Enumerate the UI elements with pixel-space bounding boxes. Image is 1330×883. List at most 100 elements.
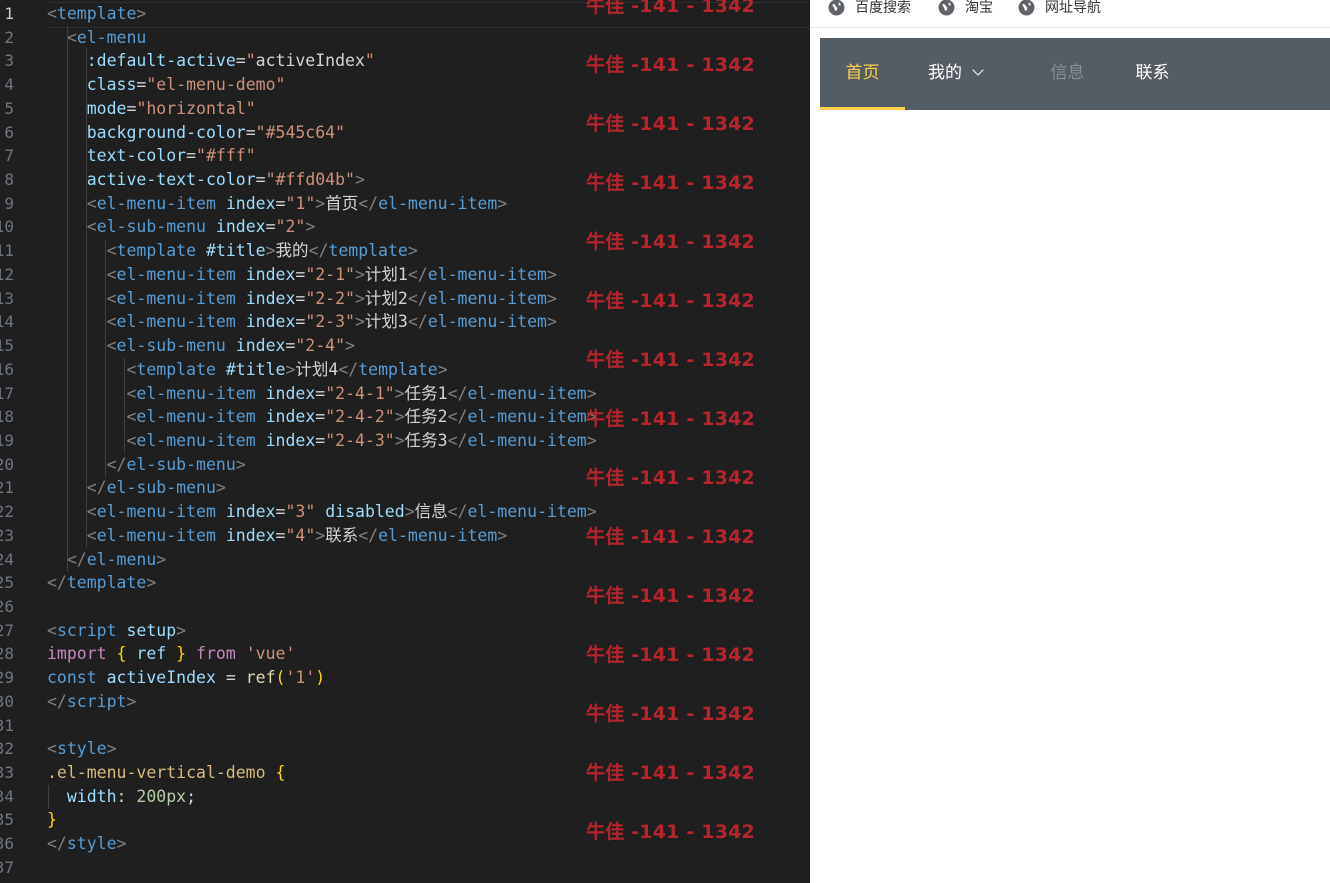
code-text: width: 200px; [47, 785, 196, 809]
line-number: 28 [0, 644, 14, 664]
code-token: </ [338, 359, 359, 379]
code-token: from [196, 644, 236, 664]
code-token: </ [407, 312, 428, 332]
menu-item-home[interactable]: 首页 [820, 38, 905, 110]
code-token: </ [86, 478, 107, 498]
code-token: > [126, 691, 137, 711]
code-token: index [245, 288, 296, 308]
watermark-text: 牛佳 -141 - 1342 [586, 762, 755, 784]
bookmark-label: 网址导航 [1045, 0, 1101, 16]
code-token: 任务2 [404, 407, 448, 427]
code-token: < [106, 288, 117, 308]
line-number: 23 [0, 525, 14, 545]
code-token: template [116, 241, 197, 261]
code-token: </ [447, 383, 468, 403]
code-text: <el-menu-item index="2-1">计划1</el-menu-i… [47, 263, 557, 287]
code-token: 200px [136, 786, 187, 806]
code-token: </ [447, 407, 468, 427]
line-number: 17 [0, 383, 14, 403]
code-text: <el-menu [47, 26, 146, 50]
code-line: 37 [0, 856, 810, 880]
code-token: 任务1 [404, 383, 448, 403]
code-line: 34 width: 200px; [0, 785, 810, 809]
code-token: 任务3 [404, 430, 448, 450]
code-line: 9 <el-menu-item index="1">首页</el-menu-it… [0, 192, 810, 216]
menu-item-label: 首页 [845, 63, 880, 83]
bookmark-taobao[interactable]: 淘宝 [938, 0, 993, 18]
code-token: = [235, 51, 246, 71]
code-line: 14 <el-menu-item index="2-3">计划3</el-men… [0, 310, 810, 334]
code-token: index [235, 336, 286, 356]
menu-item-contact[interactable]: 联系 [1110, 38, 1195, 108]
code-text: background-color="#545c64" [47, 121, 345, 145]
code-token: text-color [86, 146, 187, 166]
code-token: > [345, 336, 355, 356]
code-token: "3" [285, 502, 316, 522]
code-token: "2-4-2" [325, 407, 395, 427]
browser-preview: 百度搜索 淘宝 网址导航 首页 我的 信息 联系 [810, 0, 1330, 883]
code-text: <el-menu-item index="3" disabled>信息</el-… [47, 500, 597, 524]
code-token: </ [407, 288, 428, 308]
code-token: el-menu-item [427, 264, 547, 284]
indent-guide [105, 239, 106, 477]
code-line: 2 <el-menu [0, 26, 810, 50]
code-token: > [176, 620, 187, 640]
line-number: 32 [0, 739, 14, 759]
code-token: 计划1 [364, 264, 408, 284]
code-text: </template> [47, 571, 156, 595]
code-text: :default-active="activeIndex" [47, 49, 375, 73]
code-token: el-menu-item [96, 502, 216, 522]
code-token: </ [447, 430, 468, 450]
code-token: width [66, 786, 117, 806]
menu-item-label: 联系 [1135, 63, 1170, 83]
code-token: = [186, 146, 197, 166]
bookmark-baidu[interactable]: 百度搜索 [828, 0, 911, 18]
code-token: </ [47, 691, 67, 711]
code-token: ( [275, 668, 286, 688]
code-token: class [86, 75, 137, 95]
code-token: 计划2 [364, 288, 408, 308]
code-token: </ [447, 502, 468, 522]
indent-guide [48, 785, 49, 809]
code-token: = [275, 525, 286, 545]
code-token: > [315, 193, 326, 213]
line-number: 37 [0, 857, 14, 877]
code-text: </el-sub-menu> [47, 476, 226, 500]
code-token: > [394, 383, 405, 403]
code-token: script [66, 691, 127, 711]
line-number: 22 [0, 502, 14, 522]
line-number: 27 [0, 620, 14, 640]
line-number: 11 [0, 241, 14, 261]
code-token: :default-active [86, 51, 236, 71]
code-token: = [275, 502, 286, 522]
code-token: > [285, 359, 296, 379]
code-text: </style> [47, 832, 126, 856]
code-token: > [106, 739, 117, 759]
code-editor[interactable]: 1 <template> 2 <el-menu 3 :default-active="… [0, 0, 810, 883]
code-token: el-menu-item [136, 383, 256, 403]
bookmark-nav[interactable]: 网址导航 [1018, 0, 1101, 18]
code-token: style [56, 739, 107, 759]
submenu-mine[interactable]: 我的 [905, 38, 1005, 108]
line-number: 33 [0, 763, 14, 782]
code-token: el-sub-menu [106, 478, 216, 498]
code-token: > [116, 834, 127, 854]
code-token: </ [358, 525, 379, 545]
code-token: = [295, 288, 306, 308]
code-token: </ [66, 549, 87, 569]
line-number: 12 [0, 264, 14, 284]
code-token: = [285, 336, 296, 356]
line-number: 1 [4, 4, 14, 23]
code-token: > [235, 454, 246, 474]
watermark-text: 牛佳 -141 - 1342 [586, 113, 755, 135]
code-line: 22 <el-menu-item index="3" disabled>信息</… [0, 500, 810, 524]
